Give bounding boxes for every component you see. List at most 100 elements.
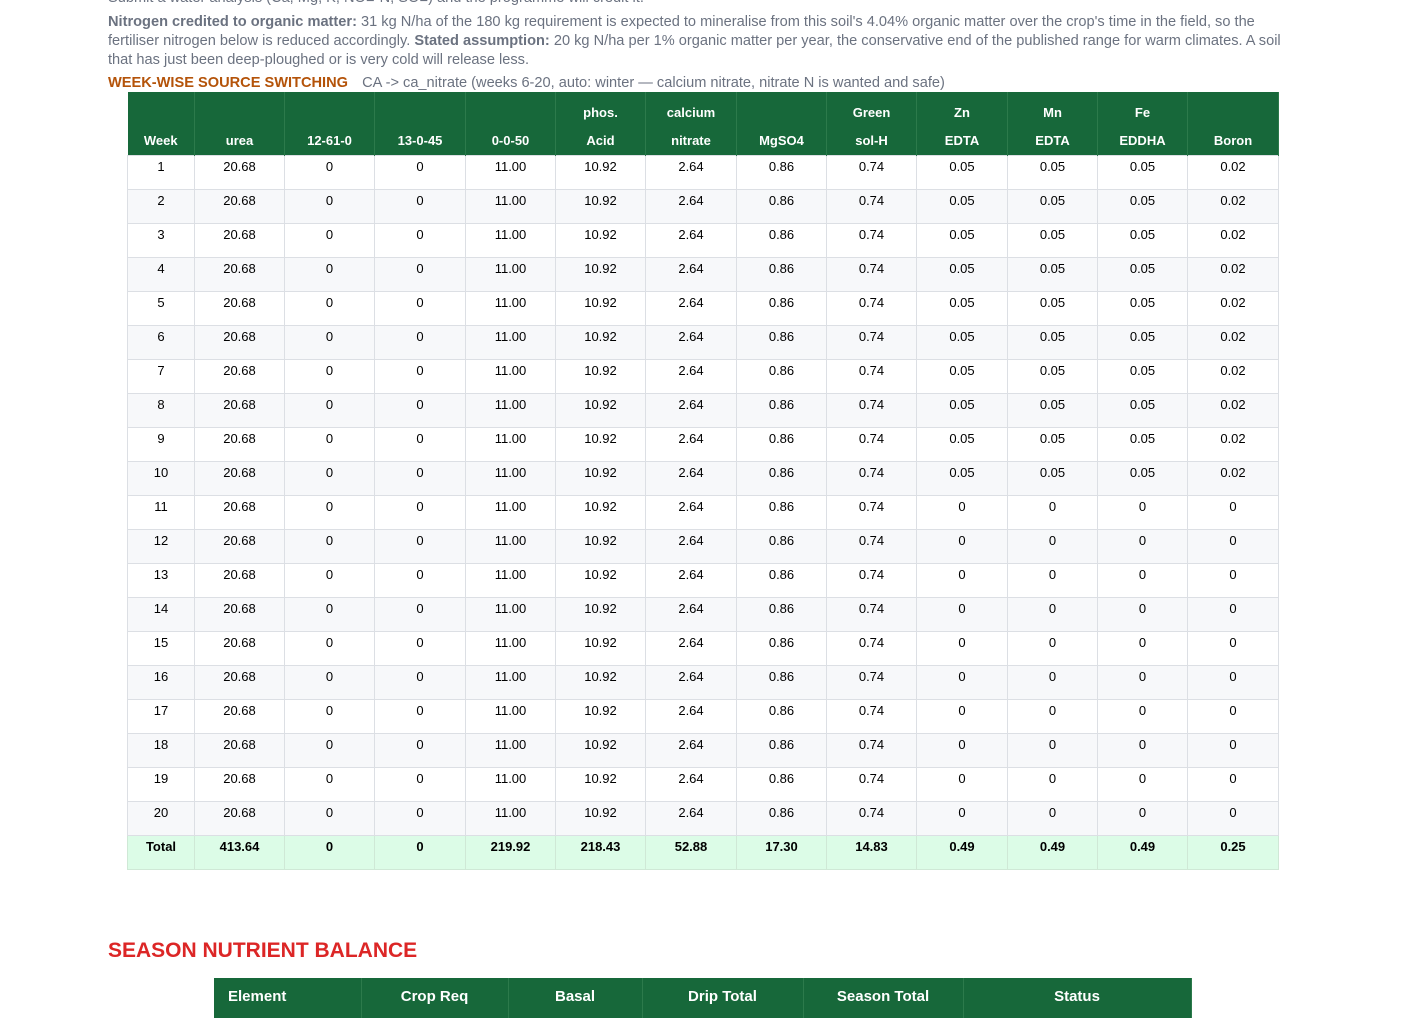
- table-cell: 0: [374, 563, 466, 598]
- table-cell: 0: [374, 393, 466, 428]
- table-cell: 2.64: [645, 631, 737, 666]
- balance-column-header: Season Total: [803, 978, 964, 1018]
- table-cell: 0: [284, 801, 375, 836]
- table-cell: 0.02: [1187, 359, 1279, 394]
- table-cell: 0.86: [736, 699, 827, 734]
- total-cell: 0.49: [916, 835, 1008, 870]
- column-header-line1: [377, 99, 463, 127]
- table-cell: 0.74: [826, 257, 917, 292]
- season-balance-table: Element Crop Req Basal Drip Total Season Tot…: [214, 978, 1192, 1018]
- table-cell: 0: [374, 427, 466, 462]
- table-cell: 2.64: [645, 699, 737, 734]
- table-cell: 0.86: [736, 223, 827, 258]
- table-cell: 0.05: [1097, 189, 1188, 224]
- table-cell: 10.92: [555, 155, 646, 190]
- table-cell: 20.68: [194, 291, 285, 326]
- table-cell: 0.05: [1097, 155, 1188, 190]
- table-cell: 0.02: [1187, 325, 1279, 360]
- column-header-line1: [287, 99, 372, 127]
- table-cell: 0.05: [1007, 461, 1098, 496]
- table-row: 6 20.68 0 0 11.00 10.92 2.64 0.86 0.74 0.05 0.05 0.…: [127, 325, 1279, 360]
- table-cell: 0.86: [736, 597, 827, 632]
- table-cell: 0.02: [1187, 223, 1279, 258]
- total-cell: 219.92: [465, 835, 556, 870]
- table-row: 13 20.68 0 0 11.00 10.92 2.64 0.86 0.74 0 0 0 0: [127, 563, 1279, 598]
- table-cell: 0.86: [736, 359, 827, 394]
- week-wise-table: Week urea 12-61-0 13-0-45 0-0-50 phos. Aci…: [127, 92, 1279, 870]
- table-cell: 0: [374, 767, 466, 802]
- column-header-line2: EDDHA: [1119, 133, 1166, 148]
- table-cell: 0: [284, 733, 375, 768]
- table-row: 9 20.68 0 0 11.00 10.92 2.64 0.86 0.74 0.05 0.05 0.…: [127, 427, 1279, 462]
- table-cell: 2.64: [645, 393, 737, 428]
- table-cell: 0.86: [736, 529, 827, 564]
- table-cell: 0: [1187, 631, 1279, 666]
- table-cell: 11.00: [465, 563, 556, 598]
- table-cell: 0: [374, 257, 466, 292]
- table-cell: 0.02: [1187, 291, 1279, 326]
- table-cell: 0: [284, 325, 375, 360]
- table-cell: 0.74: [826, 495, 917, 530]
- column-header-line1: phos.: [583, 105, 618, 120]
- source-switching-line: WEEK-WISE SOURCE SWITCHING CA -> ca_nitr…: [108, 74, 1298, 93]
- table-cell: 20.68: [194, 189, 285, 224]
- column-header-line2: urea: [225, 133, 254, 148]
- total-cell: 52.88: [645, 835, 737, 870]
- balance-column-header: Drip Total: [642, 978, 804, 1018]
- table-cell: 20.68: [194, 155, 285, 190]
- table-cell: 0: [284, 257, 375, 292]
- table-cell: 14: [127, 597, 195, 632]
- table-cell: 0.05: [1007, 291, 1098, 326]
- table-row: 7 20.68 0 0 11.00 10.92 2.64 0.86 0.74 0.05 0.05 0.…: [127, 359, 1279, 394]
- table-cell: 0.86: [736, 189, 827, 224]
- table-cell: 0: [1097, 733, 1188, 768]
- table-cell: 0.74: [826, 427, 917, 462]
- table-cell: 0.05: [916, 189, 1008, 224]
- table-cell: 11.00: [465, 733, 556, 768]
- column-header-line1: Green: [852, 105, 891, 120]
- table-cell: 0: [284, 291, 375, 326]
- table-cell: 10.92: [555, 461, 646, 496]
- table-cell: 8: [127, 393, 195, 428]
- table-row: 5 20.68 0 0 11.00 10.92 2.64 0.86 0.74 0.05 0.05 0.…: [127, 291, 1279, 326]
- column-header: Mn EDTA: [1007, 92, 1098, 156]
- column-header: Fe EDDHA: [1097, 92, 1188, 156]
- table-cell: 10.92: [555, 291, 646, 326]
- table-cell: 20.68: [194, 665, 285, 700]
- total-cell: 14.83: [826, 835, 917, 870]
- balance-column-header: Status: [963, 978, 1192, 1018]
- table-cell: 0.05: [1097, 427, 1188, 462]
- table-cell: 11.00: [465, 257, 556, 292]
- table-cell: 10: [127, 461, 195, 496]
- table-cell: 0: [284, 597, 375, 632]
- table-row: 18 20.68 0 0 11.00 10.92 2.64 0.86 0.74 0 0 0 0: [127, 733, 1279, 768]
- table-cell: 0: [1097, 699, 1188, 734]
- table-cell: 0: [1187, 529, 1279, 564]
- column-header-line2: nitrate: [671, 133, 711, 148]
- table-cell: 0: [374, 223, 466, 258]
- table-cell: 0: [284, 665, 375, 700]
- table-cell: 0: [1187, 563, 1279, 598]
- column-header-line2: 0-0-50: [491, 133, 530, 148]
- column-header: MgSO4: [736, 92, 827, 156]
- table-cell: 0: [374, 155, 466, 190]
- table-cell: 0: [1007, 767, 1098, 802]
- balance-table-header-row: Element Crop Req Basal Drip Total Season Tot…: [214, 978, 1192, 1018]
- column-header: Zn EDTA: [916, 92, 1008, 156]
- table-row: 17 20.68 0 0 11.00 10.92 2.64 0.86 0.74 0 0 0 0: [127, 699, 1279, 734]
- table-cell: 0: [374, 529, 466, 564]
- table-cell: 2.64: [645, 291, 737, 326]
- table-cell: 0: [1187, 665, 1279, 700]
- table-cell: 0: [916, 495, 1008, 530]
- table-cell: 7: [127, 359, 195, 394]
- table-cell: 0: [1187, 699, 1279, 734]
- table-cell: 0.86: [736, 733, 827, 768]
- table-cell: 0: [916, 733, 1008, 768]
- table-cell: 0: [374, 189, 466, 224]
- table-cell: 0.86: [736, 461, 827, 496]
- table-cell: 0.05: [916, 155, 1008, 190]
- table-cell: 0: [1007, 563, 1098, 598]
- column-header: Green sol-H: [826, 92, 917, 156]
- table-cell: 0.05: [1007, 427, 1098, 462]
- assumption-label: Stated assumption:: [414, 33, 550, 49]
